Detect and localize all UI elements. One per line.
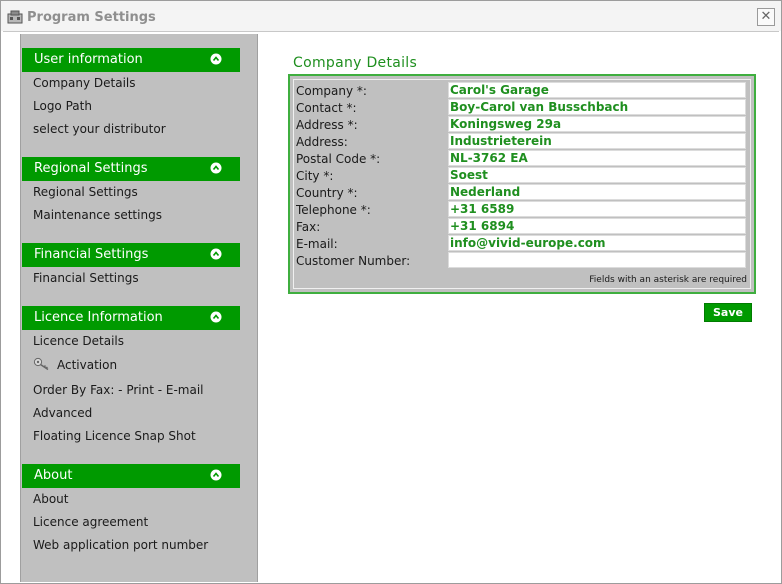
sidebar-item-logo-path[interactable]: Logo Path xyxy=(21,99,257,122)
section-header-financial-settings[interactable]: Financial Settings xyxy=(22,243,240,267)
field-label: Company *: xyxy=(296,84,367,98)
sidebar-item-company-details[interactable]: Company Details xyxy=(21,76,257,99)
field-label: Postal Code *: xyxy=(296,152,381,166)
section-header-label: Licence Information xyxy=(34,310,163,325)
sidebar-item-web-application-port[interactable]: Web application port number xyxy=(21,538,257,561)
field-label: E-mail: xyxy=(296,237,338,251)
sidebar-item-licence-details[interactable]: Licence Details xyxy=(21,334,257,357)
close-button[interactable]: ✕ xyxy=(757,8,775,26)
section-header-label: Regional Settings xyxy=(34,161,148,176)
form-row-postal-code: Postal Code *: NL-3762 EA xyxy=(296,150,752,167)
sidebar-item-floating-licence-snapshot[interactable]: Floating Licence Snap Shot xyxy=(21,429,257,452)
company-details-form: Company *: Carol's Garage Contact *: Boy… xyxy=(288,74,756,294)
title-bar: Program Settings ✕ xyxy=(1,1,781,31)
settings-body: User information Company Details Logo Pa… xyxy=(3,31,779,582)
section-header-regional-settings[interactable]: Regional Settings xyxy=(22,157,240,181)
chevron-up-icon xyxy=(210,311,222,323)
city-field[interactable]: Soest xyxy=(448,167,746,183)
chevron-up-icon xyxy=(210,248,222,260)
chevron-up-icon xyxy=(210,53,222,65)
program-settings-window: Program Settings ✕ User information Comp… xyxy=(0,0,782,584)
field-label: Customer Number: xyxy=(296,254,411,268)
sidebar-section-licence-information: Licence Information Licence Details Acti… xyxy=(21,306,257,452)
page-title: Company Details xyxy=(293,55,418,71)
required-fields-note: Fields with an asterisk are required xyxy=(589,275,747,285)
field-label: Address: xyxy=(296,135,348,149)
address-field[interactable]: Koningsweg 29a xyxy=(448,116,746,132)
company-field[interactable]: Carol's Garage xyxy=(448,82,746,98)
sidebar-section-about: About About Licence agreement Web applic… xyxy=(21,464,257,561)
form-row-contact: Contact *: Boy-Carol van Busschbach xyxy=(296,99,752,116)
sidebar-item-licence-agreement[interactable]: Licence agreement xyxy=(21,515,257,538)
postal-code-field[interactable]: NL-3762 EA xyxy=(448,150,746,166)
sidebar-item-label: Activation xyxy=(57,358,118,372)
section-header-user-information[interactable]: User information xyxy=(22,48,240,72)
field-label: Contact *: xyxy=(296,101,357,115)
sidebar-section-regional-settings: Regional Settings Regional Settings Main… xyxy=(21,157,257,231)
email-field[interactable]: info@vivid-europe.com xyxy=(448,235,746,251)
address-2-field[interactable]: Industrieterein xyxy=(448,133,746,149)
sidebar-item-about[interactable]: About xyxy=(21,492,257,515)
section-header-label: About xyxy=(34,468,73,483)
section-header-licence-information[interactable]: Licence Information xyxy=(22,306,240,330)
contact-field[interactable]: Boy-Carol van Busschbach xyxy=(448,99,746,115)
form-row-telephone: Telephone *: +31 6589 xyxy=(296,201,752,218)
sidebar-section-financial-settings: Financial Settings Financial Settings xyxy=(21,243,257,294)
customer-number-field[interactable] xyxy=(448,252,746,268)
window-title: Program Settings xyxy=(27,10,156,25)
form-row-email: E-mail: info@vivid-europe.com xyxy=(296,235,752,252)
field-label: City *: xyxy=(296,169,334,183)
form-row-country: Country *: Nederland xyxy=(296,184,752,201)
country-field[interactable]: Nederland xyxy=(448,184,746,200)
field-label: Country *: xyxy=(296,186,358,200)
section-header-about[interactable]: About xyxy=(22,464,240,488)
form-row-address-2: Address: Industrieterein xyxy=(296,133,752,150)
field-label: Address *: xyxy=(296,118,358,132)
main-content: Company Details Company *: Carol's Garag… xyxy=(258,34,779,582)
fax-field[interactable]: +31 6894 xyxy=(448,218,746,234)
form-row-fax: Fax: +31 6894 xyxy=(296,218,752,235)
field-label: Fax: xyxy=(296,220,321,234)
section-header-label: User information xyxy=(34,52,143,67)
sidebar-item-order-by-fax[interactable]: Order By Fax: - Print - E-mail xyxy=(21,383,257,406)
chevron-up-icon xyxy=(210,162,222,174)
form-row-customer-number: Customer Number: xyxy=(296,252,752,269)
close-icon: ✕ xyxy=(760,9,772,24)
sidebar-item-advanced[interactable]: Advanced xyxy=(21,406,257,429)
key-icon xyxy=(33,357,49,371)
section-header-label: Financial Settings xyxy=(34,247,149,262)
field-label: Telephone *: xyxy=(296,203,371,217)
sidebar-item-activation[interactable]: Activation xyxy=(21,357,257,383)
sidebar-item-financial-settings[interactable]: Financial Settings xyxy=(21,271,257,294)
form-row-company: Company *: Carol's Garage xyxy=(296,82,752,99)
form-row-address: Address *: Koningsweg 29a xyxy=(296,116,752,133)
sidebar-item-maintenance-settings[interactable]: Maintenance settings xyxy=(21,208,257,231)
sidebar: User information Company Details Logo Pa… xyxy=(20,34,258,582)
sidebar-item-select-distributor[interactable]: select your distributor xyxy=(21,122,257,145)
program-settings-icon xyxy=(7,10,23,24)
save-button[interactable]: Save xyxy=(704,303,752,322)
sidebar-item-regional-settings[interactable]: Regional Settings xyxy=(21,185,257,208)
chevron-up-icon xyxy=(210,469,222,481)
telephone-field[interactable]: +31 6589 xyxy=(448,201,746,217)
sidebar-section-user-information: User information Company Details Logo Pa… xyxy=(21,48,257,145)
form-row-city: City *: Soest xyxy=(296,167,752,184)
